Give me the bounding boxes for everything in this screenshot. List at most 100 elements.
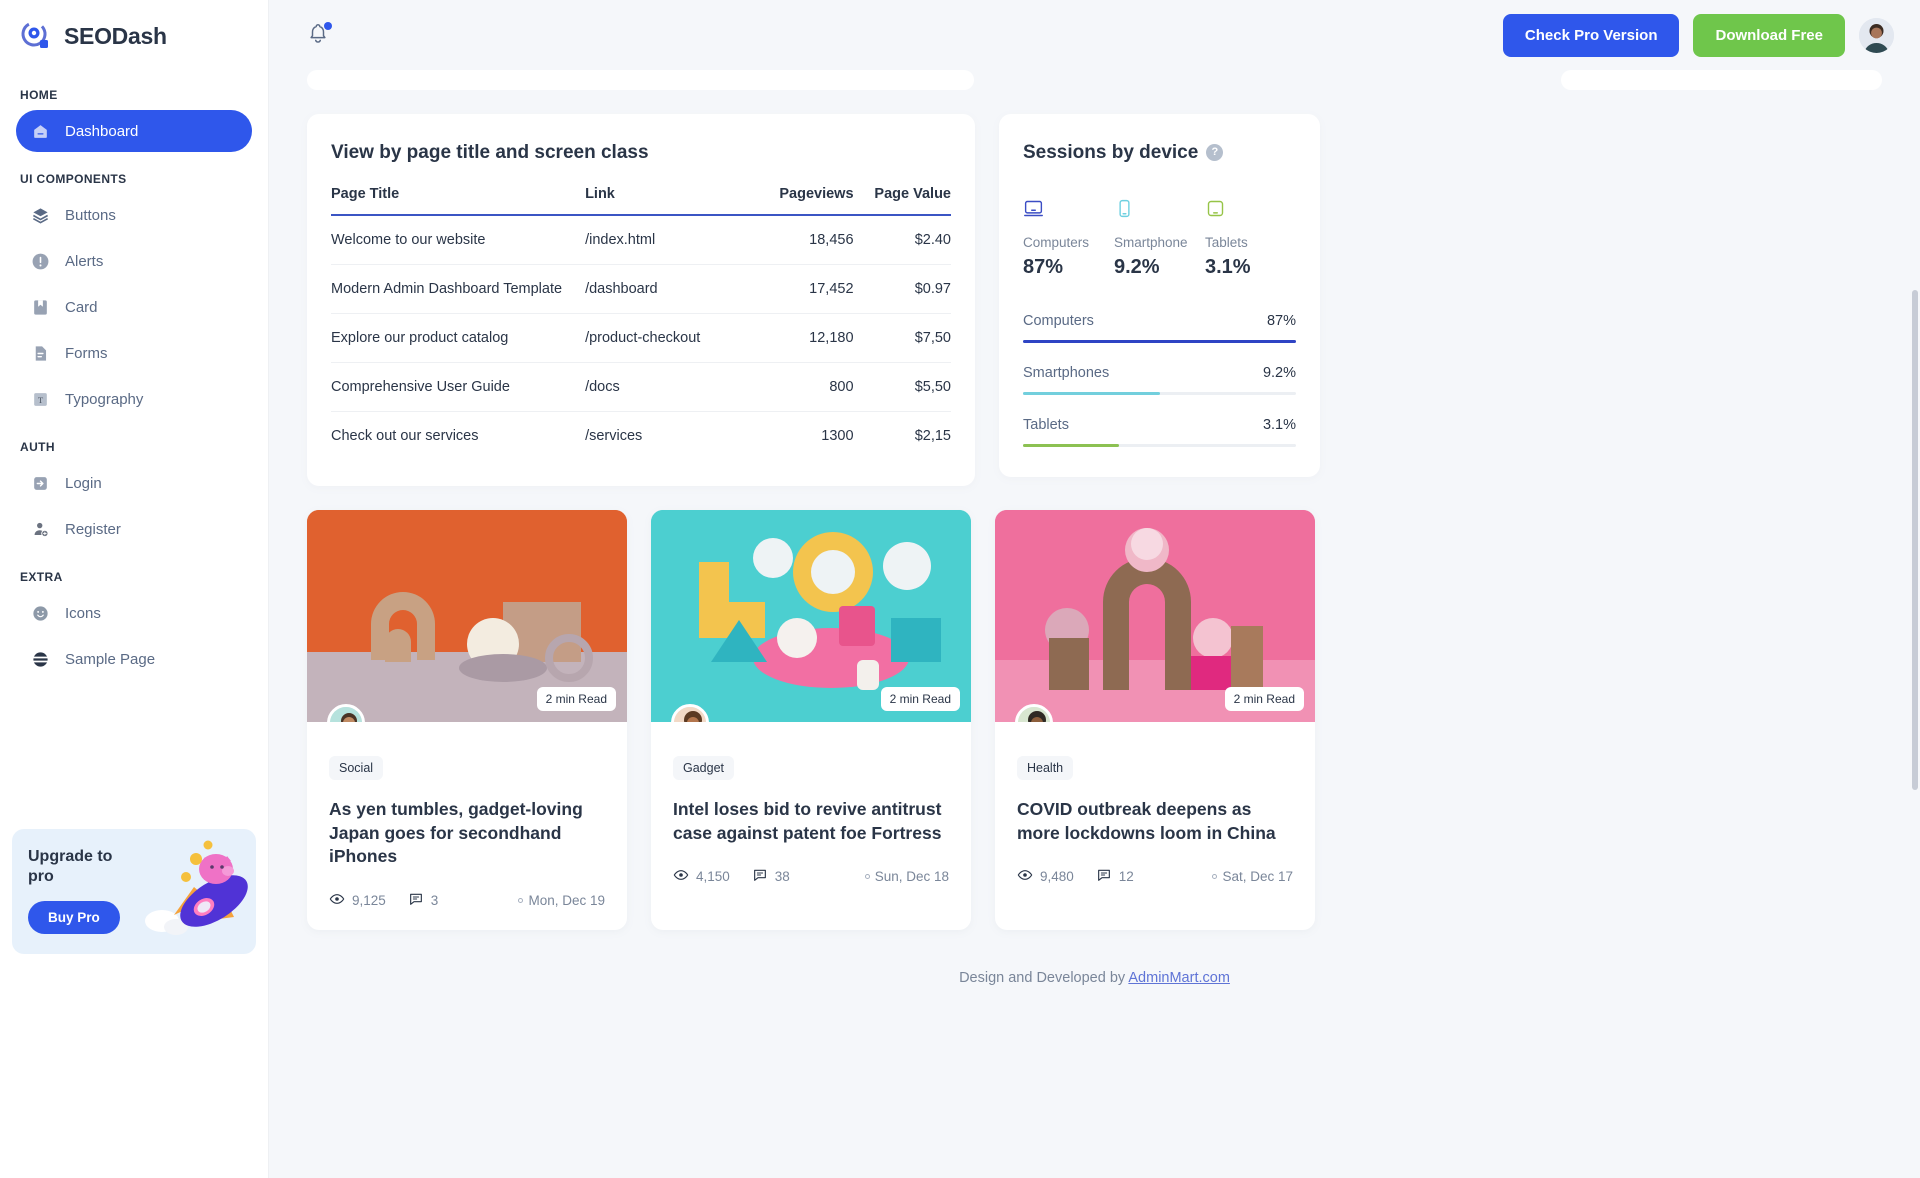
views-count: 9,125 <box>352 892 386 908</box>
help-icon[interactable]: ? <box>1206 143 1224 161</box>
sidebar-item-label: Sample Page <box>65 650 156 668</box>
bar-head: Tablets 3.1% <box>1023 417 1296 433</box>
table-row[interactable]: Welcome to our website /index.html 18,45… <box>331 215 951 265</box>
blog-title[interactable]: COVID outbreak deepens as more lockdowns… <box>1017 798 1293 845</box>
sidebar-item-label: Icons <box>65 604 101 622</box>
cell-page-value: $2,15 <box>914 428 951 444</box>
blog-meta: 9,480 12 Sat, Dec 17 <box>1017 867 1293 886</box>
mood-smile-icon <box>30 603 51 624</box>
dot-icon <box>864 874 870 880</box>
bar-value: 87% <box>1266 313 1296 329</box>
cell-page-title: Comprehensive User Guide <box>331 362 586 412</box>
blog-title[interactable]: Intel loses bid to revive antitrust case… <box>673 798 949 845</box>
user-avatar[interactable] <box>1859 17 1894 53</box>
stub-card-left <box>307 70 974 90</box>
sidebar-item-sample-page[interactable]: Sample Page <box>16 638 252 680</box>
table-row[interactable]: Check out our services /services 1300 $2… <box>331 412 951 461</box>
sidebar-item-label: Alerts <box>65 252 104 270</box>
blog-tag[interactable]: Gadget <box>673 756 735 780</box>
comment-icon <box>752 867 768 886</box>
table-body: Welcome to our website /index.html 18,45… <box>331 215 951 460</box>
sidebar-item-label: Register <box>65 520 121 538</box>
table-row[interactable]: Comprehensive User Guide /docs 800 $5,50 <box>331 362 951 412</box>
bar-head: Computers 87% <box>1023 313 1296 329</box>
sidebar-item-login[interactable]: Login <box>16 462 252 504</box>
blog-date: Sun, Dec 18 <box>864 869 949 885</box>
comment-icon <box>408 891 424 910</box>
svg-text:T: T <box>38 395 44 405</box>
cell-pageviews: 1300 <box>821 428 854 444</box>
content: View by page title and screen class Page… <box>269 70 1920 1012</box>
bar-label: Computers <box>1023 313 1094 329</box>
col-header-link: Link <box>585 186 749 216</box>
device-smartphone: Smartphone 9.2% <box>1114 198 1205 279</box>
blog-title[interactable]: As yen tumbles, gadget-loving Japan goes… <box>329 798 605 869</box>
device-label: Tablets <box>1204 235 1248 250</box>
topbar-actions: Check Pro Version Download Free <box>1502 13 1894 57</box>
comments-count: 3 <box>430 892 439 908</box>
blog-tag[interactable]: Health <box>1017 756 1074 780</box>
bar-computers: Computers 87% <box>1023 313 1296 343</box>
views-count: 4,150 <box>696 869 730 885</box>
table-row[interactable]: Modern Admin Dashboard Template /dashboa… <box>331 264 951 314</box>
cell-link: /index.html <box>585 215 749 265</box>
date-text: Sat, Dec 17 <box>1222 869 1293 885</box>
adminmart-link[interactable]: AdminMart.com <box>1128 970 1230 986</box>
blog-card[interactable]: 2 min Read Gadget Intel loses bid to rev… <box>651 510 971 930</box>
col-header-page-value: Page Value <box>853 186 951 216</box>
device-value: 3.1% <box>1204 256 1251 278</box>
table-row[interactable]: Explore our product catalog /product-che… <box>331 313 951 363</box>
cell-pageviews: 12,180 <box>748 313 854 363</box>
comments-count: 38 <box>774 869 790 885</box>
page-title-table: Page Title Link Pageviews Page Value Wel… <box>331 186 951 460</box>
date-text: Sun, Dec 18 <box>874 869 949 885</box>
blog-row: 2 min Read Social As yen tumbles, gadget… <box>307 510 1882 930</box>
check-pro-version-button[interactable]: Check Pro Version <box>1502 13 1680 57</box>
col-header-page-title: Page Title <box>331 186 586 216</box>
main-area: Check Pro Version Download Free View by … <box>269 0 1920 1178</box>
device-tablets: Tablets 3.1% <box>1205 198 1296 279</box>
device-value: 9.2% <box>1113 256 1160 278</box>
sidebar-item-register[interactable]: Register <box>16 508 252 550</box>
buy-pro-button[interactable]: Buy Pro <box>28 901 120 934</box>
sidebar-item-forms[interactable]: Forms <box>16 332 252 374</box>
page-scrollbar[interactable] <box>1912 290 1918 790</box>
sidebar-item-alerts[interactable]: Alerts <box>16 240 252 282</box>
sidebar-item-card[interactable]: Card <box>16 286 252 328</box>
download-free-button[interactable]: Download Free <box>1693 13 1845 57</box>
nav-caption-home: HOME <box>20 88 58 102</box>
footer-text: Design and Developed by <box>959 969 1129 986</box>
cell-link: /product-checkout <box>585 313 749 363</box>
blog-tag[interactable]: Social <box>329 756 384 780</box>
cell-link: /dashboard <box>585 264 749 314</box>
sidebar-item-icons[interactable]: Icons <box>16 592 252 634</box>
desktop-icon <box>1023 200 1044 223</box>
comment-icon <box>1096 867 1112 886</box>
sessions-card-title: Sessions by device? <box>1023 142 1296 164</box>
table-header-row: Page Title Link Pageviews Page Value <box>331 186 951 216</box>
sidebar-item-buttons[interactable]: Buttons <box>16 194 252 236</box>
sidebar-item-label: Card <box>65 298 98 316</box>
page-title-table-card: View by page title and screen class Page… <box>307 114 975 486</box>
alert-circle-icon <box>30 251 51 272</box>
app-root: SEODash HOME Dashboard UI COMPONENTS But… <box>0 0 1920 1178</box>
cell-pageviews: 800 <box>748 362 854 412</box>
sidebar-item-dashboard[interactable]: Dashboard <box>16 110 252 152</box>
nav-caption-ui: UI COMPONENTS <box>20 172 127 186</box>
blog-card[interactable]: 2 min Read Health COVID outbreak deepens… <box>995 510 1315 930</box>
nav-caption-auth: AUTH <box>20 440 55 454</box>
bell-icon[interactable] <box>307 22 333 48</box>
brand[interactable]: SEODash <box>16 0 252 72</box>
blog-card[interactable]: 2 min Read Social As yen tumbles, gadget… <box>307 510 627 930</box>
cell-page-value: $7,50 <box>853 313 951 363</box>
blog-body: Gadget Intel loses bid to revive antitru… <box>651 722 971 906</box>
analytics-row: View by page title and screen class Page… <box>307 114 1882 486</box>
sidebar-item-typography[interactable]: T Typography <box>16 378 252 420</box>
cell-link: /services <box>585 428 643 444</box>
dot-icon <box>518 897 524 903</box>
bar-label: Smartphones <box>1023 365 1110 381</box>
device-computers: Computers 87% <box>1023 198 1114 279</box>
file-text-icon <box>30 343 51 364</box>
read-time-badge: 2 min Read <box>880 687 960 711</box>
comments-group: 12 <box>1096 867 1134 886</box>
